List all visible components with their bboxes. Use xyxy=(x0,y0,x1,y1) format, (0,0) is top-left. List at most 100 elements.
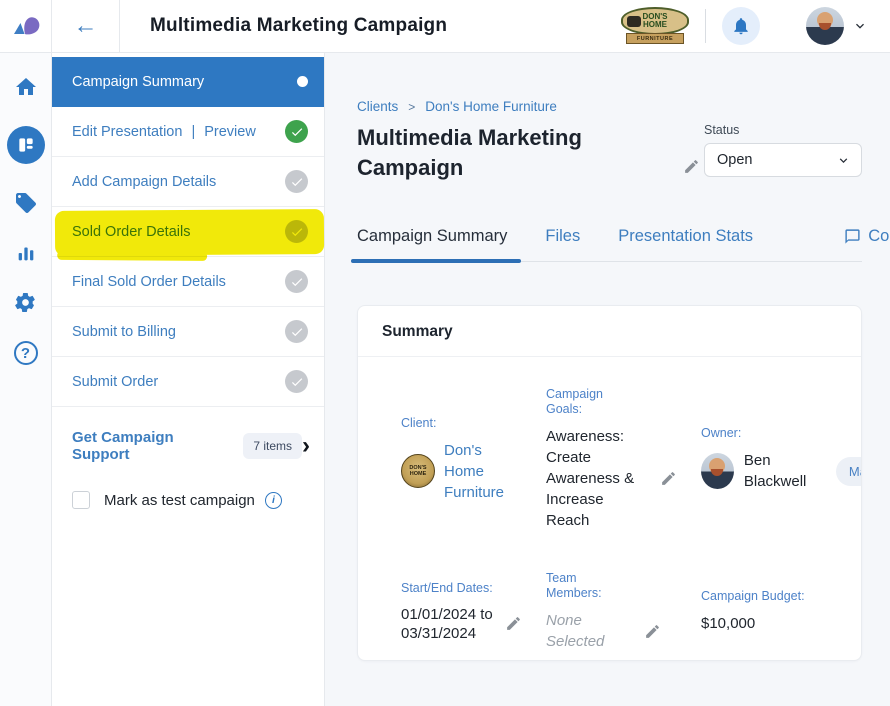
user-menu-button[interactable] xyxy=(852,18,868,34)
preview-link[interactable]: Preview xyxy=(204,124,256,140)
sidebar-item-add-campaign-details[interactable]: Add Campaign Details xyxy=(52,157,324,207)
notifications-button[interactable] xyxy=(722,7,760,45)
edit-team-button[interactable] xyxy=(644,623,661,640)
page-header: Multimedia Marketing Campaign Status Ope… xyxy=(357,123,862,183)
breadcrumb-separator-icon: > xyxy=(408,100,415,114)
client-logo-thumb: DON'S HOME xyxy=(401,454,435,488)
home-icon xyxy=(14,75,38,99)
icon-rail: ? xyxy=(0,53,52,706)
dashboard-icon xyxy=(16,135,36,155)
edit-goals-button[interactable] xyxy=(660,470,677,487)
breadcrumb: Clients > Don's Home Furniture xyxy=(357,99,862,114)
sidebar-item-submit-order[interactable]: Submit Order xyxy=(52,357,324,407)
window-title: Multimedia Marketing Campaign xyxy=(150,15,447,37)
test-campaign-label: Mark as test campaign xyxy=(104,492,255,509)
main-content: Clients > Don's Home Furniture Multimedi… xyxy=(325,53,890,706)
chevron-right-icon: › xyxy=(302,437,310,455)
edit-presentation-link[interactable]: Edit Presentation xyxy=(72,124,182,140)
team-value: None Selected xyxy=(546,610,626,652)
client-link[interactable]: Don's Home Furniture xyxy=(444,440,520,503)
tag-icon xyxy=(14,191,38,215)
tab-bar: Campaign Summary Files Presentation Stat… xyxy=(357,227,862,262)
dates-value: 01/01/2024 to 03/31/2024 xyxy=(401,605,493,643)
tab-campaign-summary[interactable]: Campaign Summary xyxy=(357,227,507,261)
user-avatar[interactable] xyxy=(806,7,844,45)
tab-files[interactable]: Files xyxy=(545,227,580,261)
summary-card-title: Summary xyxy=(358,306,861,357)
owner-label: Owner: xyxy=(701,426,862,441)
rail-item-settings[interactable] xyxy=(0,291,52,314)
field-dates: Start/End Dates: 01/01/2024 to 03/31/202… xyxy=(401,571,546,652)
owner-name: Ben Blackwell xyxy=(744,450,826,492)
sidebar-item-edit-presentation[interactable]: Edit Presentation | Preview xyxy=(52,107,324,157)
status-select[interactable]: Open xyxy=(704,143,862,177)
get-campaign-support-button[interactable]: Get Campaign Support 7 items › xyxy=(72,429,310,463)
bell-icon xyxy=(731,16,751,36)
rail-item-reports[interactable] xyxy=(0,242,52,264)
field-owner: Owner: Ben Blackwell Madison xyxy=(701,387,862,531)
field-team-members: Team Members: None Selected xyxy=(546,571,701,652)
edit-dates-button[interactable] xyxy=(505,615,522,632)
back-arrow-icon: ← xyxy=(74,14,98,38)
check-pending-icon xyxy=(285,270,308,293)
support-items-badge: 7 items xyxy=(243,433,302,459)
dates-label: Start/End Dates: xyxy=(401,581,546,596)
topbar: ← Multimedia Marketing Campaign DON'S HO… xyxy=(0,0,890,53)
gear-icon xyxy=(14,291,37,314)
bar-chart-icon xyxy=(15,242,37,264)
help-icon: ? xyxy=(14,341,38,365)
owner-avatar xyxy=(701,453,734,489)
back-button[interactable]: ← xyxy=(52,0,120,52)
check-pending-icon xyxy=(285,320,308,343)
campaign-steps-sidebar: Campaign Summary Edit Presentation | Pre… xyxy=(52,53,325,706)
client-label: Client: xyxy=(401,416,546,431)
active-step-dot-icon xyxy=(297,76,308,87)
field-budget: Campaign Budget: $10,000 xyxy=(701,571,862,652)
step-label: Add Campaign Details xyxy=(72,174,216,190)
check-pending-icon xyxy=(285,170,308,193)
support-label: Get Campaign Support xyxy=(72,429,231,463)
tab-comments[interactable]: Comments xyxy=(844,227,890,261)
app-logo[interactable] xyxy=(0,0,52,52)
pencil-icon xyxy=(660,470,677,487)
team-label: Team Members: xyxy=(546,571,618,601)
sidebar-item-sold-order-details[interactable]: Sold Order Details xyxy=(52,207,324,257)
label-divider: | xyxy=(191,124,195,140)
page-title: Multimedia Marketing Campaign xyxy=(357,123,669,183)
sidebar-item-campaign-summary[interactable]: Campaign Summary xyxy=(52,57,324,107)
budget-label: Campaign Budget: xyxy=(701,589,862,604)
app-logo-icon xyxy=(11,13,41,39)
client-logo-text2: HOME xyxy=(643,21,667,29)
check-pending-icon xyxy=(285,370,308,393)
rail-item-home[interactable] xyxy=(0,75,52,99)
rail-item-help[interactable]: ? xyxy=(0,341,52,365)
step-label: Submit to Billing xyxy=(72,324,176,340)
summary-fields: Client: DON'S HOME Don's Home Furniture … xyxy=(358,357,861,652)
budget-value: $10,000 xyxy=(701,613,755,634)
edit-title-button[interactable] xyxy=(683,158,700,175)
check-done-icon xyxy=(285,120,308,143)
chevron-down-icon xyxy=(852,18,868,34)
test-campaign-row: Mark as test campaign i xyxy=(72,491,324,509)
step-label: Submit Order xyxy=(72,374,158,390)
breadcrumb-clients[interactable]: Clients xyxy=(357,99,398,114)
pencil-icon xyxy=(683,158,700,175)
status-label: Status xyxy=(704,123,862,137)
pencil-icon xyxy=(644,623,661,640)
client-logo-ribbon: FURNITURE xyxy=(626,33,684,44)
comment-bubble-icon xyxy=(844,228,861,245)
info-icon[interactable]: i xyxy=(265,492,282,509)
tab-presentation-stats[interactable]: Presentation Stats xyxy=(618,227,753,261)
sidebar-item-final-sold-order-details[interactable]: Final Sold Order Details xyxy=(52,257,324,307)
owner-market-badge: Madison xyxy=(836,457,862,486)
thumb-text2: HOME xyxy=(410,471,427,477)
client-logo: DON'S HOME FURNITURE xyxy=(621,7,689,45)
mark-test-campaign-checkbox[interactable] xyxy=(72,491,90,509)
rail-item-tags[interactable] xyxy=(0,191,52,215)
sidebar-item-submit-to-billing[interactable]: Submit to Billing xyxy=(52,307,324,357)
step-label: Sold Order Details xyxy=(72,224,190,240)
breadcrumb-client-name[interactable]: Don's Home Furniture xyxy=(425,99,557,114)
rail-item-campaigns-active[interactable] xyxy=(0,126,52,164)
chevron-down-icon xyxy=(836,153,851,168)
client-logo-furniture-art xyxy=(627,16,641,27)
